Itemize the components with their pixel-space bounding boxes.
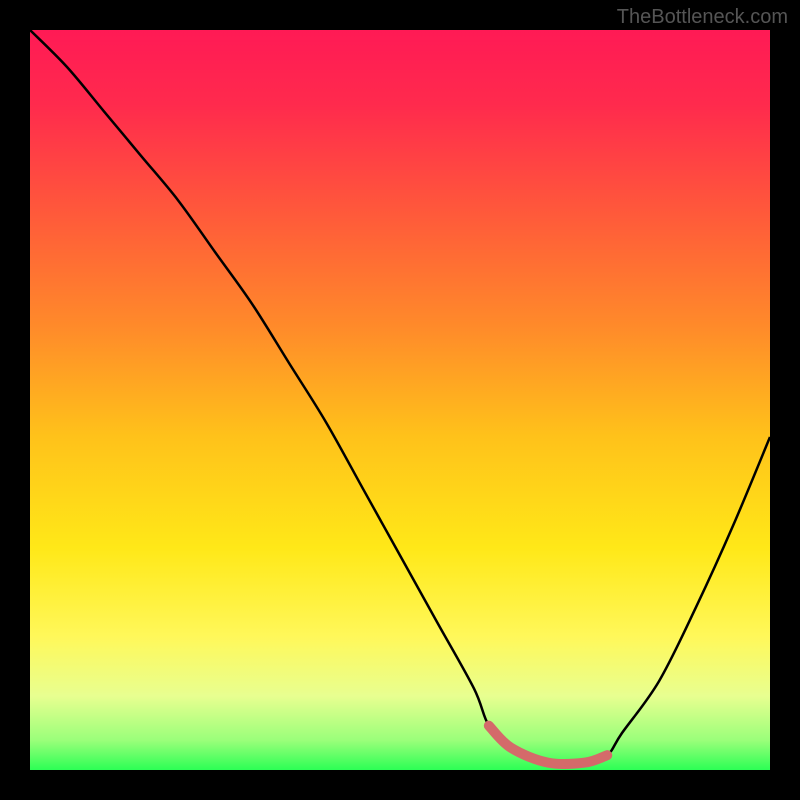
chart-container: TheBottleneck.com: [0, 0, 800, 800]
gradient-background: [30, 30, 770, 770]
chart-svg: [30, 30, 770, 770]
watermark-text: TheBottleneck.com: [617, 6, 788, 29]
plot-area: [30, 30, 770, 770]
